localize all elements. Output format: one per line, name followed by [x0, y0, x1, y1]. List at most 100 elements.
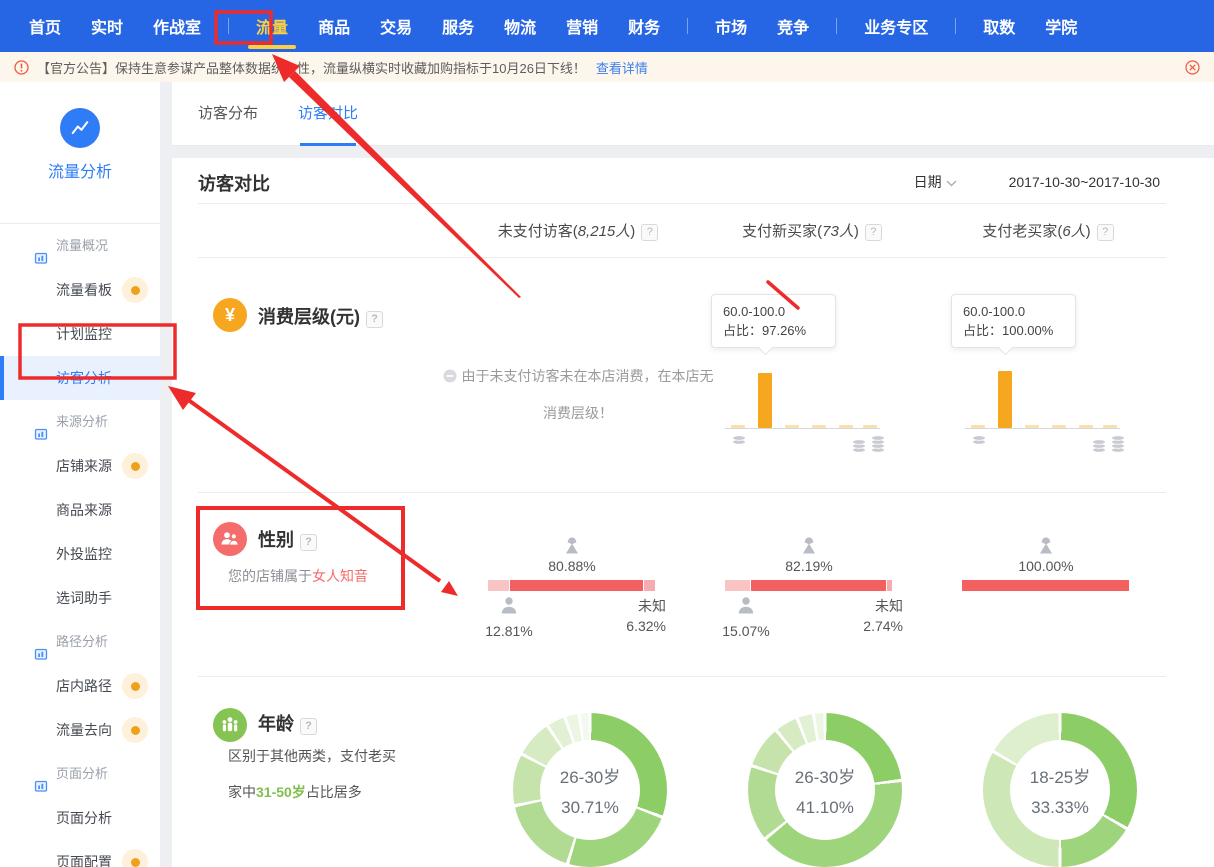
gender-chart-支付老买家: 100.00% [946, 536, 1146, 646]
nav-item[interactable]: 竞争 [777, 14, 809, 38]
sidebar-item-商品来源[interactable]: 商品来源 [0, 488, 160, 532]
chart-tooltip: 60.0-100.0占比：100.00% [951, 294, 1076, 348]
sidebar-item-店铺来源[interactable]: 店铺来源 [0, 444, 160, 488]
age-donut-未支付访客[interactable]: 26-30岁30.71% [513, 713, 667, 867]
spend-note-line2: 消费层级！ [428, 403, 728, 423]
male-segment[interactable] [488, 580, 509, 591]
yuan-icon: ¥ [213, 298, 247, 332]
sidebar-item-label: 计划监控 [56, 326, 112, 342]
tab-访客对比[interactable]: 访客对比 [298, 82, 358, 146]
spend-note-line1: 由于未支付访客未在本店消费，在本店无 [428, 366, 728, 386]
female-percent: 82.19% [709, 558, 909, 574]
help-icon[interactable]: ? [641, 224, 658, 241]
spend-bar[interactable] [785, 425, 799, 428]
sidebar-item-label: 页面配置 [56, 854, 112, 867]
gender-bar [962, 580, 1129, 591]
new-badge [122, 673, 148, 699]
traffic-analysis-icon [60, 108, 100, 148]
nav-item[interactable]: 营销 [566, 14, 598, 38]
spend-bar[interactable] [758, 373, 772, 428]
spend-bar[interactable] [863, 425, 877, 428]
nav-item[interactable]: 物流 [504, 14, 536, 38]
spend-bar[interactable] [1025, 425, 1039, 428]
spend-bar[interactable] [1103, 425, 1117, 428]
age-donut-支付新买家[interactable]: 26-30岁41.10% [748, 713, 902, 867]
nav-item[interactable]: 服务 [442, 14, 474, 38]
age-section-title: 年龄? [258, 710, 317, 736]
divider [198, 492, 1166, 493]
male-icon [736, 603, 756, 619]
gender-subtitle-highlight: 女人知音 [312, 568, 368, 584]
spend-bar[interactable] [1052, 425, 1066, 428]
help-icon[interactable]: ? [1097, 224, 1114, 241]
notice-close-icon[interactable] [1185, 60, 1200, 75]
page-title: 访客对比 [198, 170, 270, 196]
unknown-segment[interactable] [887, 580, 892, 591]
new-badge [122, 277, 148, 303]
chart-tooltip: 60.0-100.0占比：97.26% [711, 294, 836, 348]
sidebar-item-label: 店铺来源 [56, 458, 112, 474]
notice-detail-link[interactable]: 查看详情 [596, 58, 648, 77]
new-badge [122, 453, 148, 479]
sidebar-item-外投监控[interactable]: 外投监控 [0, 532, 160, 576]
date-dropdown[interactable]: 日期 [914, 172, 957, 192]
nav-item[interactable]: 交易 [380, 14, 412, 38]
male-percent: 15.07% [711, 596, 781, 641]
donut-center-label: 26-30岁41.10% [775, 740, 875, 840]
sidebar-item-页面配置[interactable]: 页面配置 [0, 840, 160, 867]
nav-item[interactable]: 实时 [91, 14, 123, 38]
sidebar-item-流量去向[interactable]: 流量去向 [0, 708, 160, 752]
gender-subtitle: 您的店铺属于女人知音 [228, 566, 368, 586]
female-percent: 100.00% [946, 558, 1146, 574]
nav-item[interactable]: 作战室 [153, 14, 201, 38]
sidebar-item-选词助手[interactable]: 选词助手 [0, 576, 160, 620]
nav-item[interactable]: 财务 [628, 14, 660, 38]
nav-item[interactable]: 业务专区 [864, 14, 928, 38]
spend-bar[interactable] [839, 425, 853, 428]
help-icon[interactable]: ? [300, 534, 317, 551]
x-axis [725, 428, 880, 429]
sidebar-group-页面分析: 页面分析 [0, 752, 160, 796]
male-icon [499, 603, 519, 619]
sidebar-item-流量看板[interactable]: 流量看板 [0, 268, 160, 312]
help-icon[interactable]: ? [366, 311, 383, 328]
female-segment[interactable] [510, 580, 643, 591]
sidebar-item-label: 店内路径 [56, 678, 112, 694]
sidebar-item-访客分析[interactable]: 访客分析 [0, 356, 160, 400]
unknown-segment[interactable] [644, 580, 655, 591]
chevron-down-icon [946, 180, 957, 187]
sidebar-item-页面分析[interactable]: 页面分析 [0, 796, 160, 840]
female-segment[interactable] [751, 580, 886, 591]
spend-bar[interactable] [812, 425, 826, 428]
spend-bar[interactable] [998, 371, 1012, 428]
nav-item[interactable]: 首页 [29, 14, 61, 38]
donut-center-label: 18-25岁33.33% [1010, 740, 1110, 840]
date-filter: 日期 2017-10-30~2017-10-30 [914, 172, 1160, 192]
sidebar-item-计划监控[interactable]: 计划监控 [0, 312, 160, 356]
sidebar-item-label: 流量概况 [56, 238, 108, 253]
unknown-percent: 未知2.74% [833, 596, 903, 636]
top-nav: 首页 实时 作战室 流量 商品 交易 服务 物流 营销 财务 市场 竞争 业务专区 取数 学院 [0, 0, 1214, 52]
age-donut-支付老买家[interactable]: 18-25岁33.33% [983, 713, 1137, 867]
male-segment[interactable] [725, 580, 750, 591]
help-icon[interactable]: ? [865, 224, 882, 241]
help-icon[interactable]: ? [300, 718, 317, 735]
female-segment[interactable] [962, 580, 1129, 591]
nav-separator [228, 18, 229, 34]
date-range[interactable]: 2017-10-30~2017-10-30 [1009, 174, 1160, 190]
tab-访客分布[interactable]: 访客分布 [198, 82, 258, 146]
nav-item[interactable]: 商品 [318, 14, 350, 38]
nav-item[interactable]: 取数 [983, 14, 1015, 38]
gender-chart-未支付访客: 80.88%12.81%未知6.32% [472, 536, 672, 646]
sidebar-title: 流量分析 [0, 158, 160, 182]
sidebar: 流量分析 流量概况流量看板计划监控访客分析来源分析店铺来源商品来源外投监控选词助… [0, 82, 160, 867]
sidebar-item-店内路径[interactable]: 店内路径 [0, 664, 160, 708]
sidebar-item-label: 页面分析 [56, 766, 108, 781]
nav-item[interactable]: 流量 [256, 14, 288, 38]
spend-bar[interactable] [971, 425, 985, 428]
spend-bar[interactable] [1079, 425, 1093, 428]
nav-item[interactable]: 学院 [1045, 14, 1077, 38]
spend-bar[interactable] [731, 425, 745, 428]
nav-item[interactable]: 市场 [715, 14, 747, 38]
sidebar-item-label: 选词助手 [56, 590, 112, 606]
